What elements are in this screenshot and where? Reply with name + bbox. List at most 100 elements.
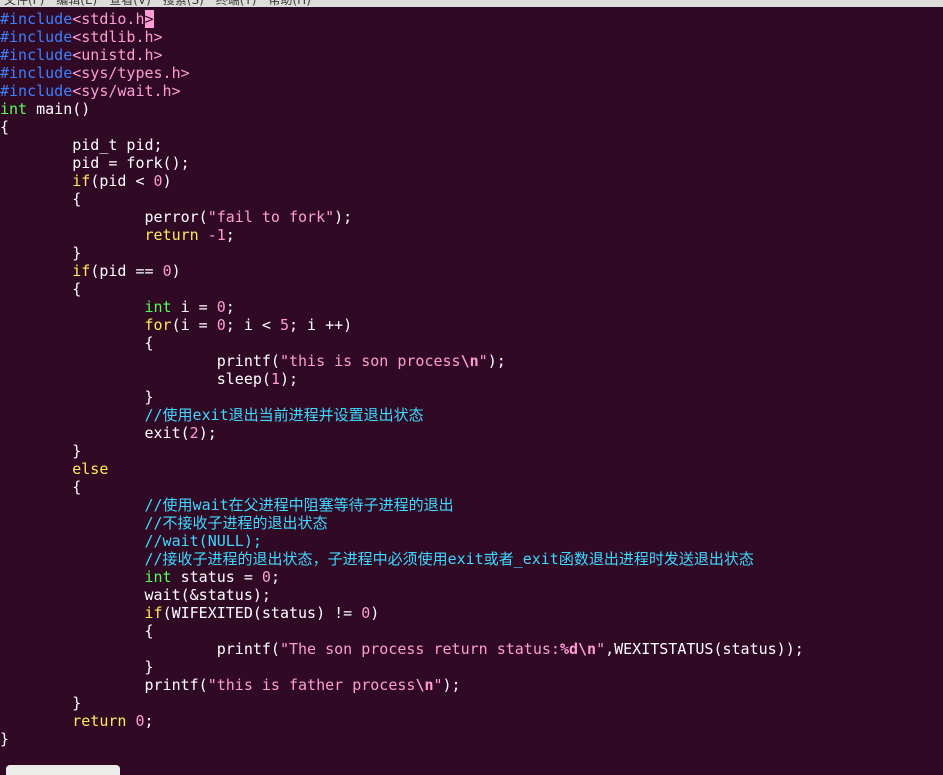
code-token: ) [171,262,181,280]
code-token: } [0,388,154,406]
code-token: " [433,676,443,694]
code-token: "this is son process [279,352,461,370]
code-line: } [0,442,943,460]
code-token: else [72,460,109,478]
code-token: return [144,226,199,244]
code-token: ); [198,424,217,442]
terminal-menubar: 文件(F) 编辑(E) 查看(V) 搜索(S) 终端(T) 帮助(H) [0,0,943,7]
code-line: if(pid < 0) [0,172,943,190]
code-line: wait(&status); [0,586,943,604]
code-token: pid_t pid; [0,136,163,154]
code-line: //使用exit退出当前进程并设置退出状态 [0,406,943,424]
bottom-tab[interactable] [6,765,120,775]
menu-item[interactable]: 文件(F) [4,0,44,7]
code-token: //使用wait在父进程中阻塞等待子进程的退出 [144,496,454,514]
code-token: "The son process return status: [279,640,560,658]
code-token: 5 [279,316,289,334]
code-line: { [0,334,943,352]
code-line: return -1; [0,226,943,244]
code-token: "fail to fork" [207,208,335,226]
code-line: return 0; [0,712,943,730]
code-line: #include<sys/types.h> [0,64,943,82]
menu-item[interactable]: 查看(V) [109,0,151,7]
code-token: } [0,442,82,460]
code-token: \n [415,676,434,694]
code-token: wait(&status); [0,586,271,604]
code-line: else [0,460,943,478]
code-line: } [0,244,943,262]
code-token: 2 [189,424,199,442]
code-token: } [0,244,82,262]
code-token: 0 [216,298,226,316]
code-token: ,WEXITSTATUS(status)); [605,640,804,658]
code-token: { [0,280,82,298]
code-token: ); [334,208,353,226]
code-token: <stdlib.h> [72,28,163,46]
code-token: { [0,334,154,352]
code-token: #include [0,10,73,28]
code-line: exit(2); [0,424,943,442]
code-token: (pid < [90,172,154,190]
code-line: } [0,730,943,748]
code-line: if(WIFEXITED(status) != 0) [0,604,943,622]
menu-item[interactable]: 终端(T) [216,0,257,7]
code-token: " [478,352,488,370]
code-token: if [72,172,91,190]
code-token: (WIFEXITED(status) != [162,604,362,622]
code-token: %d\n [559,640,597,658]
code-token: 1 [270,370,280,388]
code-token: \n [460,352,479,370]
text-cursor: > [144,10,154,28]
code-line: } [0,658,943,676]
code-token: ); [279,370,299,388]
code-line: { [0,118,943,136]
code-line: #include<sys/wait.h> [0,82,943,100]
code-token: (pid == [90,262,163,280]
code-token: 0 [135,712,145,730]
code-line: { [0,190,943,208]
code-token: ; i ++) [289,316,353,334]
code-token: main() [27,100,91,118]
code-line: { [0,622,943,640]
menu-item[interactable]: 帮助(H) [269,0,311,7]
code-token: } [0,694,82,712]
code-token: { [0,622,154,640]
code-token: ; [225,298,235,316]
menu-item[interactable]: 搜索(S) [163,0,204,7]
code-line: int main() [0,100,943,118]
code-editor[interactable]: #include<stdio.h> #include<stdlib.h> #incl… [0,10,943,748]
code-token: return [72,712,127,730]
code-token: <stdio.h [72,10,145,28]
code-line: for(i = 0; i < 5; i ++) [0,316,943,334]
code-line: if(pid == 0) [0,262,943,280]
code-token: } [0,658,154,676]
code-token: //不接收子进程的退出状态 [144,514,328,532]
code-token: //使用exit退出当前进程并设置退出状态 [144,406,424,424]
code-token: pid = fork(); [0,154,190,172]
code-token: for [144,316,172,334]
code-line: } [0,694,943,712]
code-token: { [0,190,82,208]
code-token: int [0,100,28,118]
code-token: if [72,262,91,280]
code-token: <unistd.h> [72,46,163,64]
code-line: printf("The son process return status:%d… [0,640,943,658]
code-line: sleep(1); [0,370,943,388]
code-line: //接收子进程的退出状态，子进程中必须使用exit或者_exit函数退出进程时发… [0,550,943,568]
code-token: ) [162,172,172,190]
code-token: ; [270,568,280,586]
code-line: printf("this is father process\n"); [0,676,943,694]
menu-item[interactable]: 编辑(E) [56,0,97,7]
code-token: 0 [261,568,271,586]
code-token: "this is father process [207,676,416,694]
code-line: int i = 0; [0,298,943,316]
code-token: ; [144,712,154,730]
code-line: int status = 0; [0,568,943,586]
code-token: int [144,298,172,316]
code-line: perror("fail to fork"); [0,208,943,226]
